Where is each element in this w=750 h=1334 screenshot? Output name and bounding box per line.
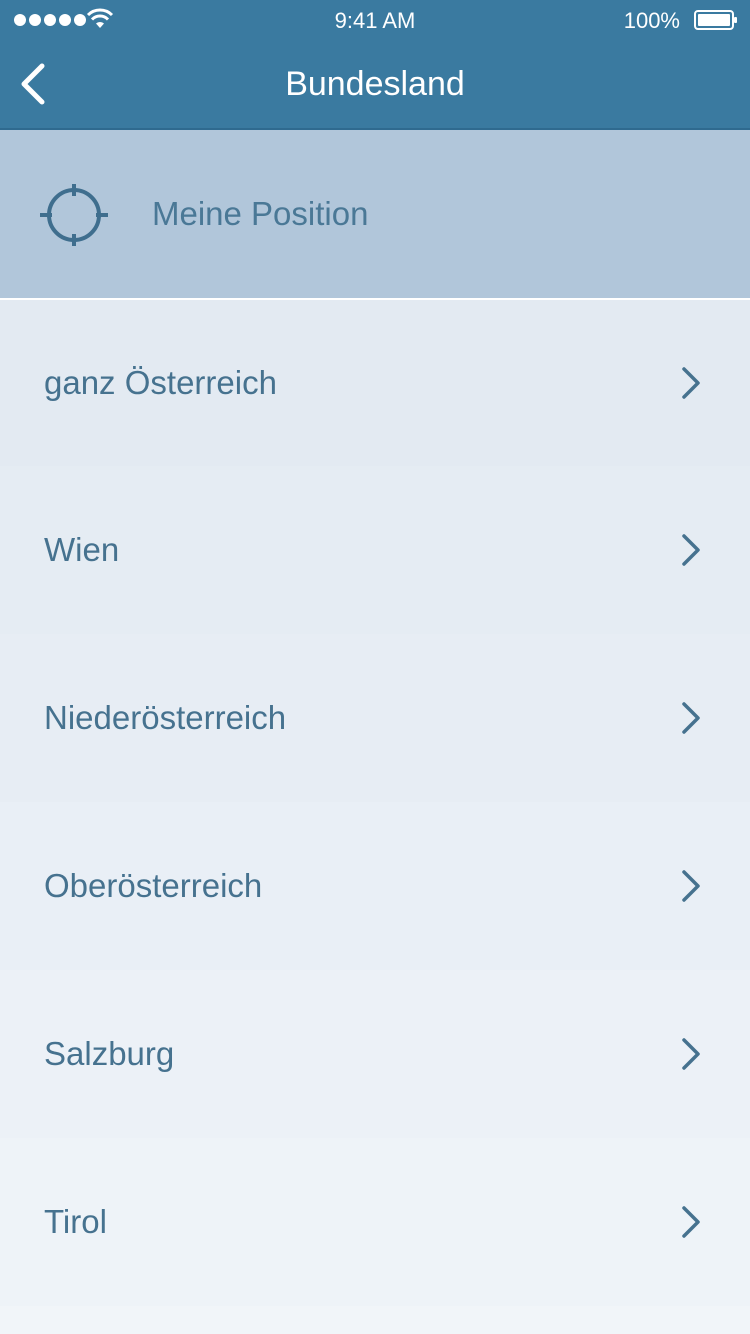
list-item-label: ganz Österreich	[44, 364, 277, 401]
list-item-tirol[interactable]: Tirol	[0, 1138, 750, 1306]
chevron-right-icon	[682, 702, 700, 734]
list-item-label: Wien	[44, 531, 120, 568]
chevron-right-icon	[682, 1038, 700, 1070]
chevron-right-icon	[682, 870, 700, 902]
battery-full-icon	[694, 10, 737, 30]
crosshair-icon	[40, 184, 108, 246]
list-item-label: Tirol	[44, 1203, 107, 1240]
list-item-label: Oberösterreich	[44, 867, 263, 904]
chevron-right-icon	[682, 1206, 700, 1238]
status-bar: 9:41 AM 100%	[0, 0, 750, 40]
my-position-label: Meine Position	[152, 195, 369, 232]
my-position-row[interactable]: Meine Position	[0, 130, 750, 300]
list-item-oberoesterreich[interactable]: Oberösterreich	[0, 802, 750, 970]
state-list: ganz Österreich Wien Niederösterreich Ob…	[0, 300, 750, 1334]
list-item-wien[interactable]: Wien	[0, 466, 750, 634]
navigation-header: 9:41 AM 100% Bundesland	[0, 0, 750, 130]
list-item-salzburg[interactable]: Salzburg	[0, 970, 750, 1138]
page-title: Bundesland	[285, 65, 465, 103]
list-item-niederoesterreich[interactable]: Niederösterreich	[0, 634, 750, 802]
battery-percentage: 100%	[623, 8, 680, 33]
list-item-label: Salzburg	[44, 1035, 175, 1072]
chevron-right-icon	[682, 534, 700, 566]
list-item-label: Niederösterreich	[44, 699, 287, 736]
list-item-ganz-oesterreich[interactable]: ganz Österreich	[0, 300, 750, 466]
chevron-right-icon	[682, 367, 700, 399]
